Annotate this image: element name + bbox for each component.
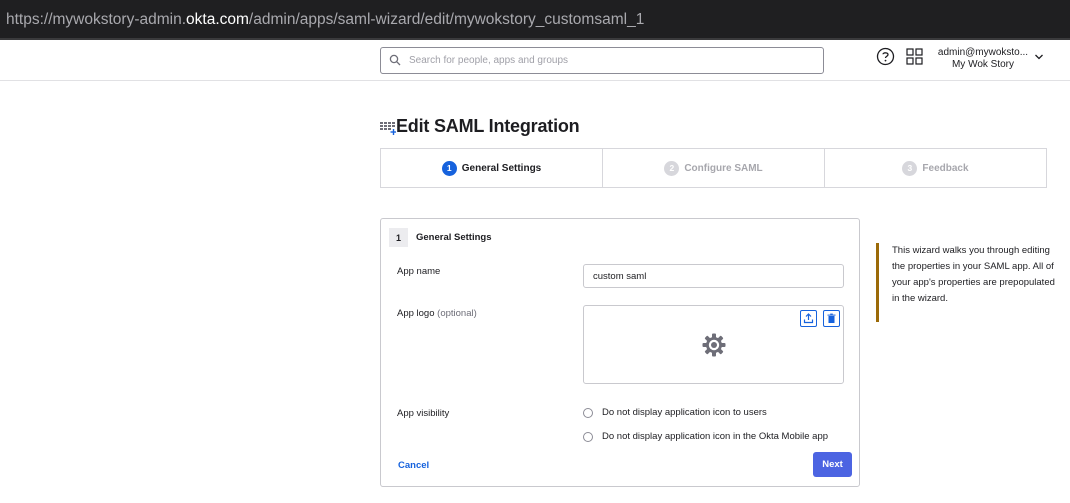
app-switcher-icon[interactable] — [906, 48, 923, 65]
section-title: General Settings — [416, 232, 492, 243]
general-settings-card: 1 General Settings App name App logo (op… — [380, 218, 860, 487]
browser-url[interactable]: https://mywokstory-admin.okta.com/admin/… — [6, 11, 644, 29]
section-number-badge: 1 — [389, 228, 408, 247]
step-feedback[interactable]: 3 Feedback — [825, 149, 1046, 187]
app-visibility-label: App visibility — [397, 408, 450, 419]
search-icon — [389, 54, 401, 66]
upload-logo-button[interactable] — [800, 310, 817, 327]
next-button[interactable]: Next — [813, 452, 852, 477]
step-number: 2 — [664, 160, 680, 176]
cancel-button[interactable]: Cancel — [398, 460, 429, 471]
url-domain: okta.com — [186, 11, 249, 28]
help-text: This wizard walks you through editing th… — [892, 245, 1055, 304]
wizard-stepper: 1 General Settings 2 Configure SAML 3 Fe… — [380, 148, 1047, 188]
app-grid-add-icon — [380, 122, 396, 135]
user-email: admin@mywoksto... — [937, 47, 1029, 58]
app-name-label: App name — [397, 266, 441, 277]
trash-icon — [827, 313, 836, 323]
visibility-option-users[interactable]: Do not display application icon to users — [583, 407, 767, 418]
org-name: My Wok Story — [951, 59, 1015, 70]
step-label: Configure SAML — [684, 162, 763, 174]
visibility-option-label: Do not display application icon in the O… — [602, 431, 829, 442]
url-path: /admin/apps/saml-wizard/edit/mywokstory_… — [248, 11, 645, 28]
chevron-down-icon[interactable] — [1034, 53, 1044, 61]
app-name-input[interactable] — [583, 264, 844, 288]
step-general-settings[interactable]: 1 General Settings — [381, 149, 603, 187]
page-title: Edit SAML Integration — [396, 116, 580, 136]
step-number: 1 — [441, 160, 457, 176]
step-number: 3 — [902, 160, 918, 176]
gear-icon — [702, 333, 726, 357]
visibility-option-mobile[interactable]: Do not display application icon in the O… — [583, 431, 828, 442]
app-logo-label-text: App logo — [397, 308, 435, 319]
top-header: Search for people, apps and groups admin… — [0, 40, 1070, 81]
search-input[interactable]: Search for people, apps and groups — [380, 47, 824, 74]
url-prefix: https://mywokstory-admin. — [6, 11, 187, 28]
delete-logo-button[interactable] — [823, 310, 840, 327]
search-placeholder: Search for people, apps and groups — [409, 55, 568, 66]
wizard-help-aside: This wizard walks you through editing th… — [876, 243, 1056, 322]
step-label: Feedback — [922, 162, 969, 174]
step-configure-saml[interactable]: 2 Configure SAML — [603, 149, 825, 187]
upload-icon — [803, 313, 814, 324]
app-logo-label: App logo (optional) — [397, 308, 477, 319]
checkbox[interactable] — [583, 431, 593, 442]
step-label: General Settings — [461, 162, 542, 174]
app-logo-dropzone[interactable] — [583, 305, 844, 384]
visibility-option-label: Do not display application icon to users — [602, 407, 767, 418]
browser-url-bar[interactable]: https://mywokstory-admin.okta.com/admin/… — [0, 0, 1070, 40]
optional-hint: (optional) — [437, 308, 477, 319]
checkbox[interactable] — [583, 407, 593, 418]
user-menu[interactable]: admin@mywoksto... My Wok Story — [933, 47, 1033, 70]
help-icon[interactable] — [876, 47, 895, 66]
